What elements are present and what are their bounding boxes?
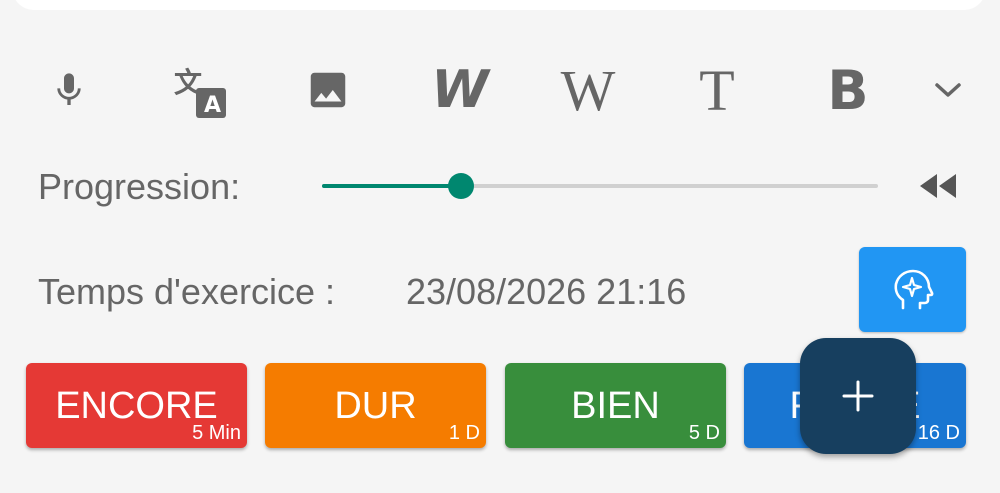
answer-interval: 16 D [917, 422, 960, 444]
chevron-down-icon [935, 83, 961, 97]
wordreference-button[interactable]: W [416, 48, 500, 132]
answer-again-button[interactable]: ENCORE 5 Min [26, 363, 247, 448]
translate-button[interactable]: 文 A [156, 48, 240, 132]
answer-hard-button[interactable]: DUR 1 D [265, 363, 486, 448]
bing-icon: B [827, 58, 869, 122]
slider-fill [322, 184, 461, 188]
text-icon: T [699, 57, 735, 123]
image-button[interactable] [286, 48, 370, 132]
answer-interval: 1 D [448, 422, 480, 444]
toolbar: 文 A W W T B [0, 48, 1000, 132]
plus-icon [842, 380, 874, 412]
add-fab-button[interactable] [800, 338, 916, 454]
wordreference-icon: W [431, 60, 488, 120]
rewind-icon [920, 174, 956, 198]
progression-slider[interactable] [322, 164, 878, 208]
svg-text:A: A [204, 93, 221, 118]
translate-icon: 文 A [174, 66, 226, 118]
text-button[interactable]: T [675, 48, 759, 132]
answer-interval: 5 D [688, 422, 720, 444]
answer-label: ENCORE [55, 385, 218, 427]
brain-sparkle-icon [893, 269, 933, 309]
bing-button[interactable]: B [806, 48, 890, 132]
top-card [12, 0, 986, 10]
answer-good-button[interactable]: BIEN 5 D [505, 363, 726, 448]
answer-interval: 5 Min [192, 422, 241, 444]
slider-thumb[interactable] [448, 173, 474, 199]
answer-label: BIEN [571, 385, 660, 427]
exercise-time-value: 23/08/2026 21:16 [406, 271, 687, 312]
rewind-button[interactable] [912, 164, 964, 208]
ai-assist-button[interactable] [859, 247, 966, 332]
wikipedia-button[interactable]: W [546, 48, 630, 132]
microphone-icon [57, 73, 81, 105]
image-icon [310, 72, 346, 108]
answer-label: DUR [334, 385, 417, 427]
wikipedia-icon: W [560, 57, 616, 123]
progression-label: Progression: [38, 166, 241, 207]
exercise-time-label: Temps d'exercice : [38, 271, 335, 312]
microphone-button[interactable] [27, 48, 111, 132]
expand-toolbar-button[interactable] [906, 48, 990, 132]
